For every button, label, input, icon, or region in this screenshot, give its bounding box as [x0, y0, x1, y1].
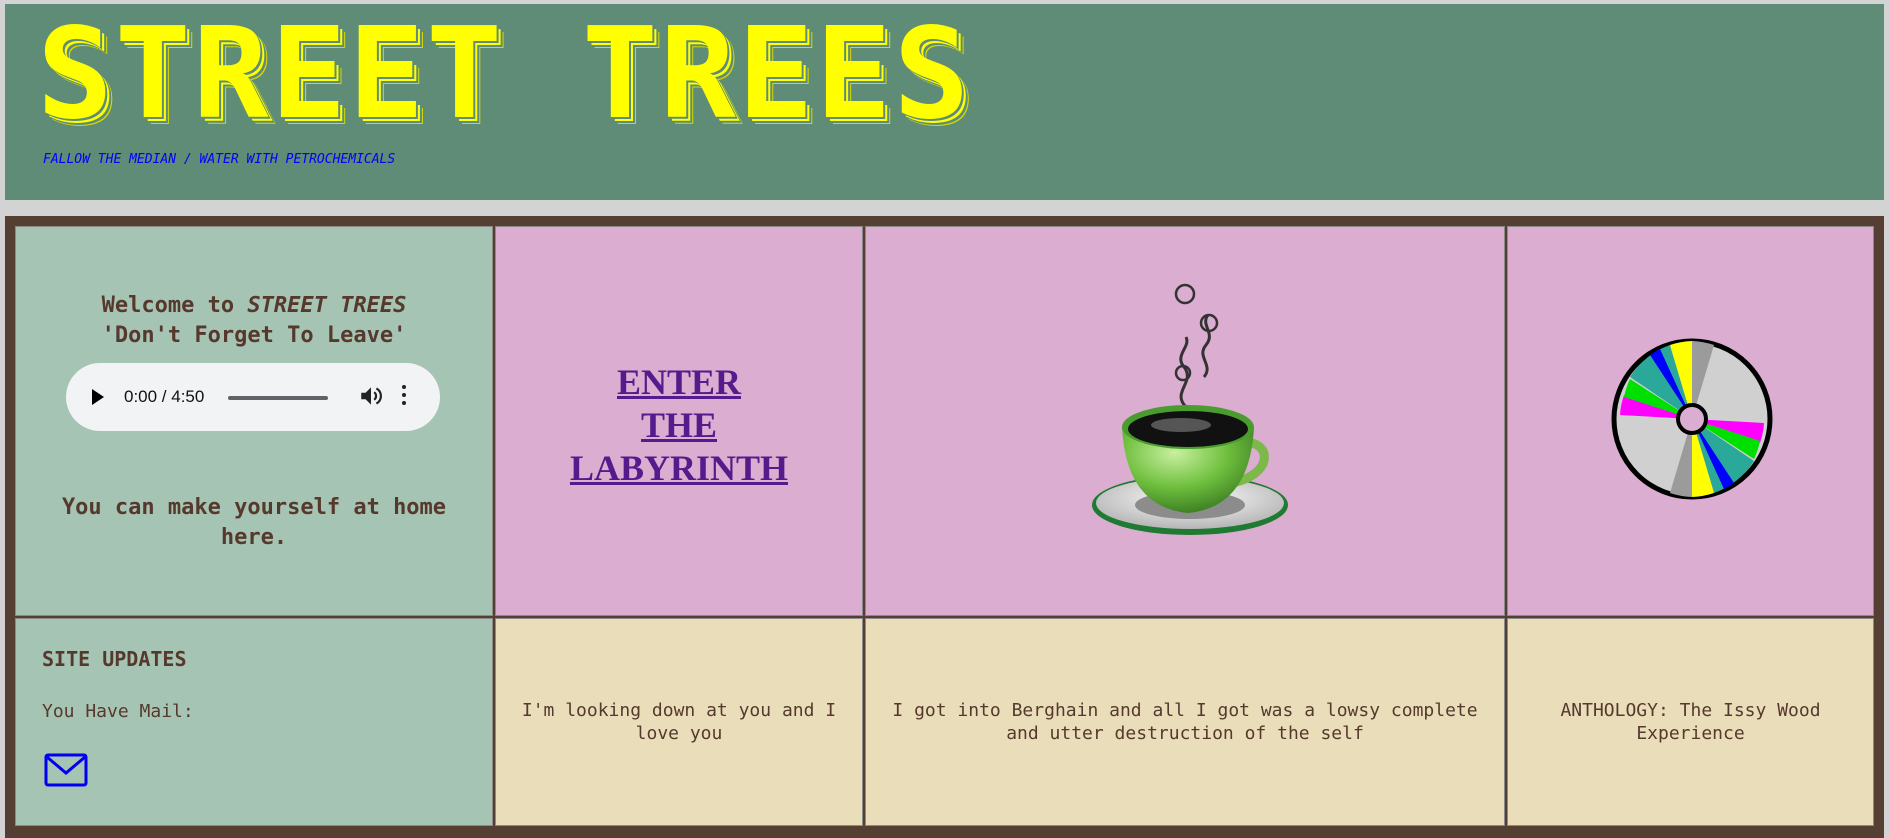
labyrinth-link-line-3[interactable]: LABYRINTH [570, 448, 788, 488]
welcome-prefix: Welcome to [101, 293, 248, 318]
volume-icon[interactable] [358, 383, 384, 409]
berghain-caption: I got into Berghain and all I got was a … [892, 700, 1478, 744]
home-text: You can make yourself at home here. [61, 495, 447, 550]
berghain-caption-cell: I got into Berghain and all I got was a … [865, 618, 1505, 826]
welcome-message: Welcome to STREET TREES 'Don't Forget To… [16, 291, 492, 351]
coffee-caption-cell: I'm looking down at you and I love you [495, 618, 863, 826]
audio-time: 0:00 / 4:50 [124, 387, 205, 406]
labyrinth-link-line-1[interactable]: ENTER [617, 362, 741, 402]
audio-progress-bar[interactable] [228, 396, 328, 400]
coffee-cell [865, 226, 1505, 616]
site-tagline: FALLOW THE MEDIAN / WATER WITH PETROCHEM… [43, 152, 396, 167]
site-updates-heading: SITE UPDATES [42, 647, 187, 671]
coffee-caption: I'm looking down at you and I love you [521, 700, 837, 744]
cd-cell [1507, 226, 1874, 616]
welcome-cell: Welcome to STREET TREES 'Don't Forget To… [15, 226, 493, 616]
more-options-icon[interactable] [402, 385, 406, 409]
mail-label: You Have Mail: [42, 701, 194, 722]
audio-player[interactable]: 0:00 / 4:50 [66, 363, 440, 431]
enter-labyrinth-link[interactable]: ENTER THE LABYRINTH [496, 361, 862, 490]
play-icon[interactable] [92, 389, 104, 405]
cd-caption: ANTHOLOGY: The Issy Wood Experience [1560, 700, 1821, 744]
labyrinth-link-line-2[interactable]: THE [641, 405, 717, 445]
site-updates-cell: SITE UPDATES You Have Mail: [15, 618, 493, 826]
site-title: STREET TREES [37, 0, 972, 147]
welcome-site-name: STREET TREES [247, 293, 407, 318]
cd-disc-icon [1611, 338, 1773, 500]
welcome-quote: 'Don't Forget To Leave' [101, 323, 407, 348]
mail-envelope-icon[interactable] [44, 753, 88, 787]
coffee-cup-icon [1092, 283, 1288, 535]
layout-table: Welcome to STREET TREES 'Don't Forget To… [5, 216, 1884, 838]
labyrinth-cell: ENTER THE LABYRINTH [495, 226, 863, 616]
cd-caption-cell: ANTHOLOGY: The Issy Wood Experience [1507, 618, 1874, 826]
site-banner: STREET TREES FALLOW THE MEDIAN / WATER W… [5, 4, 1884, 200]
